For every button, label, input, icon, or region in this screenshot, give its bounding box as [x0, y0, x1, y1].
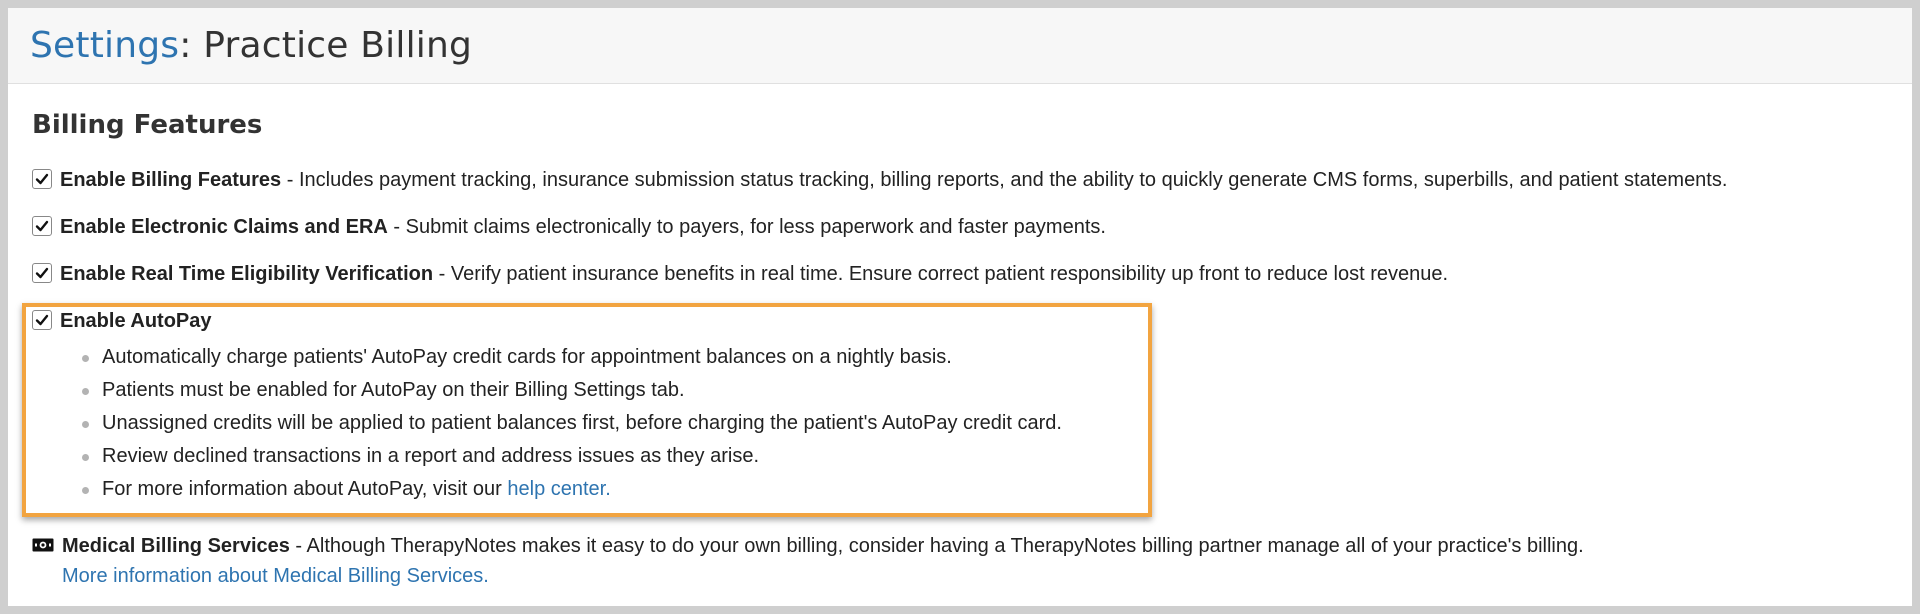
money-icon [32, 538, 54, 552]
breadcrumb-separator: : [179, 25, 192, 66]
feature-description: - Verify patient insurance benefits in r… [433, 263, 1449, 285]
bullet-icon [82, 388, 89, 395]
enable-autopay-checkbox[interactable] [32, 310, 52, 330]
check-icon [35, 173, 49, 185]
bullet-icon [82, 355, 89, 362]
list-item-text: Review declined transactions in a report… [102, 445, 760, 467]
feature-name: Enable Electronic Claims and ERA [60, 216, 388, 238]
feature-description: - Although TherapyNotes makes it easy to… [289, 535, 1584, 557]
feature-name: Enable Real Time Eligibility Verificatio… [60, 263, 434, 285]
list-item: Patients must be enabled for AutoPay on … [66, 374, 1062, 407]
list-item-text: Unassigned credits will be applied to pa… [102, 412, 1062, 434]
list-item: For more information about AutoPay, visi… [66, 473, 1062, 506]
feature-enable-eligibility-verification: Enable Real Time Eligibility Verificatio… [32, 262, 1448, 286]
enable-electronic-claims-checkbox[interactable] [32, 216, 52, 236]
settings-window: Settings: Practice Billing Billing Featu… [8, 8, 1912, 606]
list-item: Unassigned credits will be applied to pa… [66, 407, 1062, 440]
feature-description: - Includes payment tracking, insurance s… [281, 169, 1728, 191]
bullet-icon [82, 421, 89, 428]
enable-billing-features-checkbox[interactable] [32, 169, 52, 189]
bullet-icon [82, 487, 89, 494]
bullet-icon [82, 454, 89, 461]
breadcrumb-settings-link[interactable]: Settings [30, 25, 179, 66]
list-item-text: Patients must be enabled for AutoPay on … [102, 379, 685, 401]
feature-enable-autopay: Enable AutoPay [32, 309, 212, 333]
page-title: Settings: Practice Billing [30, 25, 472, 66]
list-item: Automatically charge patients' AutoPay c… [66, 341, 1062, 374]
check-icon [35, 267, 49, 279]
check-icon [35, 314, 49, 326]
list-item: Review declined transactions in a report… [66, 440, 1062, 473]
autopay-details-list: Automatically charge patients' AutoPay c… [66, 341, 1062, 506]
medical-billing-info-link[interactable]: More information about Medical Billing S… [62, 565, 489, 587]
medical-billing-link-row: More information about Medical Billing S… [62, 564, 489, 588]
page-title-text: Practice Billing [191, 25, 473, 66]
enable-eligibility-verification-checkbox[interactable] [32, 263, 52, 283]
check-icon [35, 220, 49, 232]
feature-description: - Submit claims electronically to payers… [387, 216, 1106, 238]
feature-enable-electronic-claims: Enable Electronic Claims and ERA - Submi… [32, 215, 1106, 239]
feature-name: Enable Billing Features [60, 169, 282, 191]
help-center-link[interactable]: help center. [507, 478, 610, 500]
section-title: Billing Features [32, 110, 263, 140]
page-header: Settings: Practice Billing [8, 8, 1912, 84]
feature-enable-billing-features: Enable Billing Features - Includes payme… [32, 168, 1727, 192]
billing-features-section: Billing Features [8, 84, 1912, 144]
feature-name: Medical Billing Services [62, 535, 290, 557]
list-item-text: Automatically charge patients' AutoPay c… [102, 346, 952, 368]
feature-medical-billing-services: Medical Billing Services - Although Ther… [32, 534, 1584, 558]
feature-name: Enable AutoPay [60, 310, 212, 332]
list-item-text: For more information about AutoPay, visi… [102, 478, 508, 500]
